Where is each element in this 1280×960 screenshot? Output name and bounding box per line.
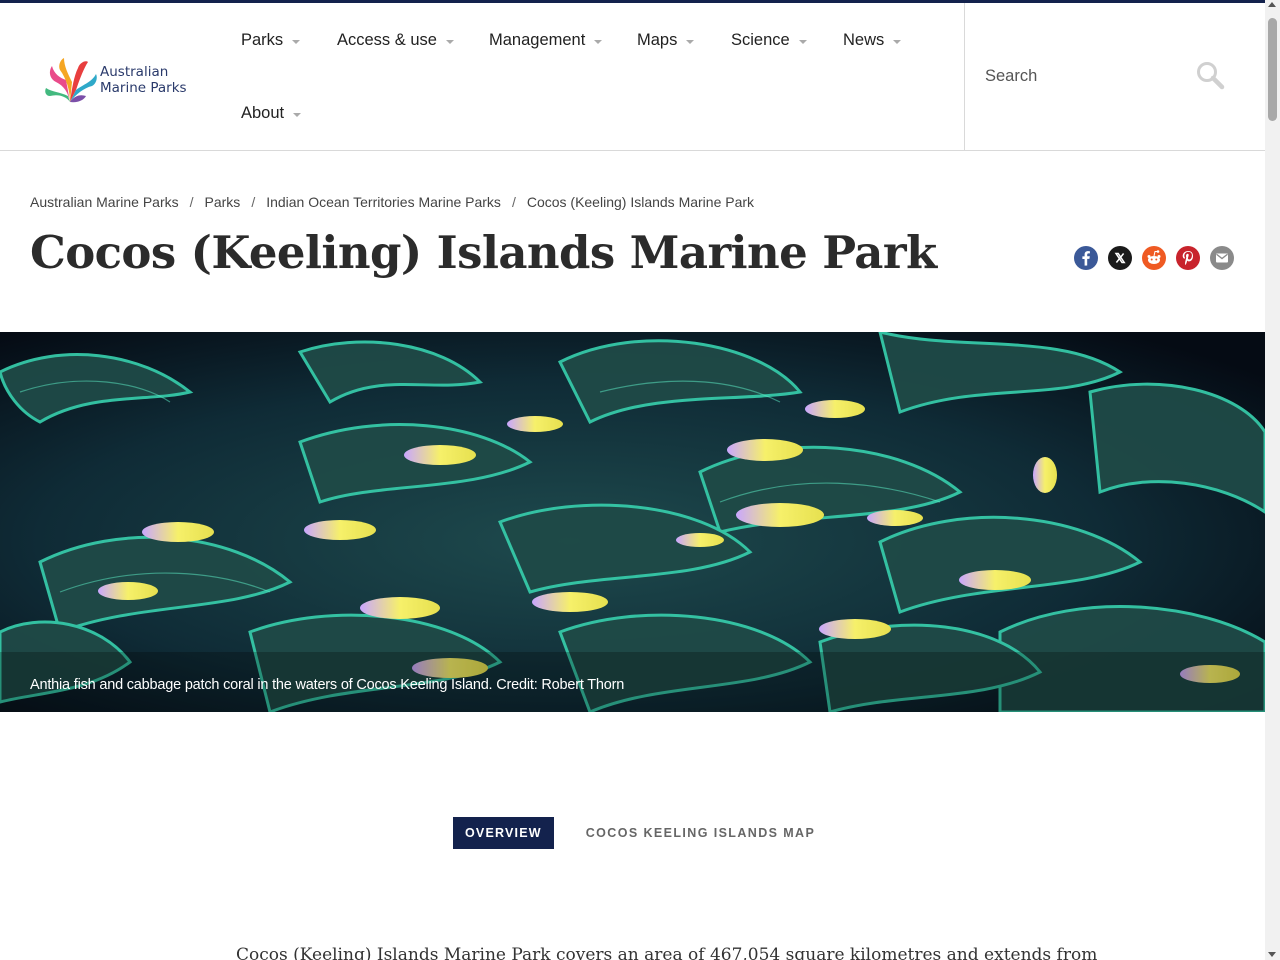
scroll-down-arrow-icon[interactable]	[1268, 952, 1276, 957]
breadcrumb-separator: /	[511, 194, 516, 210]
nav-label: Management	[489, 31, 586, 49]
breadcrumb-link-indian-ocean[interactable]: Indian Ocean Territories Marine Parks	[266, 194, 501, 210]
nav-label: Parks	[241, 31, 284, 49]
nav-label: Access & use	[337, 31, 437, 49]
coral-logo-icon	[45, 58, 97, 103]
page-title: Cocos (Keeling) Islands Marine Park	[30, 226, 937, 279]
nav-label: News	[843, 31, 885, 49]
nav-item-maps[interactable]: Maps	[637, 31, 695, 50]
pinterest-icon	[1176, 246, 1200, 270]
main-navigation: Parks Access & use Management Maps Scien…	[228, 3, 948, 151]
x-icon	[1108, 246, 1132, 270]
tab-overview[interactable]: OVERVIEW	[453, 817, 554, 849]
search-input[interactable]	[985, 58, 1185, 94]
site-logo[interactable]: Australian Marine Parks	[44, 55, 204, 105]
underwater-coral-image	[0, 332, 1265, 712]
breadcrumb-separator: /	[251, 194, 256, 210]
search-icon[interactable]	[1195, 60, 1225, 90]
facebook-icon	[1074, 246, 1098, 270]
share-facebook-button[interactable]	[1074, 246, 1098, 270]
nav-item-management[interactable]: Management	[489, 31, 603, 50]
breadcrumb: Australian Marine Parks / Parks / Indian…	[30, 194, 754, 210]
caret-down-icon	[798, 39, 807, 44]
page-scrollbar[interactable]	[1265, 0, 1280, 960]
hero-image	[0, 332, 1265, 712]
nav-item-science[interactable]: Science	[731, 31, 807, 50]
caret-down-icon	[594, 39, 603, 44]
nav-label: Science	[731, 31, 790, 49]
nav-item-news[interactable]: News	[843, 31, 902, 50]
share-email-button[interactable]	[1210, 246, 1234, 270]
caret-down-icon	[293, 112, 302, 117]
content-tabs: OVERVIEW COCOS KEELING ISLANDS MAP	[453, 817, 815, 849]
logo-text-line2: Marine Parks	[100, 80, 187, 96]
email-icon	[1210, 246, 1234, 270]
share-pinterest-button[interactable]	[1176, 246, 1200, 270]
share-reddit-button[interactable]	[1142, 246, 1166, 270]
nav-label: About	[241, 104, 285, 122]
nav-item-access-use[interactable]: Access & use	[337, 31, 454, 50]
scroll-up-arrow-icon[interactable]	[1268, 2, 1276, 7]
caret-down-icon	[893, 39, 902, 44]
caret-down-icon	[445, 39, 454, 44]
intro-paragraph: Cocos (Keeling) Islands Marine Park cove…	[236, 945, 1098, 960]
search-area	[964, 3, 1265, 151]
reddit-icon	[1142, 246, 1166, 270]
share-buttons	[1074, 246, 1234, 270]
scrollbar-thumb[interactable]	[1268, 18, 1277, 121]
nav-item-parks[interactable]: Parks	[241, 31, 301, 50]
nav-label: Maps	[637, 31, 678, 49]
share-x-button[interactable]	[1108, 246, 1132, 270]
caret-down-icon	[686, 39, 695, 44]
breadcrumb-current: Cocos (Keeling) Islands Marine Park	[526, 194, 755, 210]
tab-cocos-keeling-islands-map[interactable]: COCOS KEELING ISLANDS MAP	[586, 826, 815, 840]
breadcrumb-link-home[interactable]: Australian Marine Parks	[30, 194, 179, 210]
breadcrumb-link-parks[interactable]: Parks	[205, 194, 241, 210]
logo-text-line1: Australian	[100, 64, 169, 80]
site-header: Australian Marine Parks Parks Access & u…	[0, 3, 1265, 151]
nav-item-about[interactable]: About	[241, 104, 302, 123]
hero-caption: Anthia fish and cabbage patch coral in t…	[30, 677, 625, 693]
breadcrumb-separator: /	[189, 194, 194, 210]
caret-down-icon	[292, 39, 301, 44]
